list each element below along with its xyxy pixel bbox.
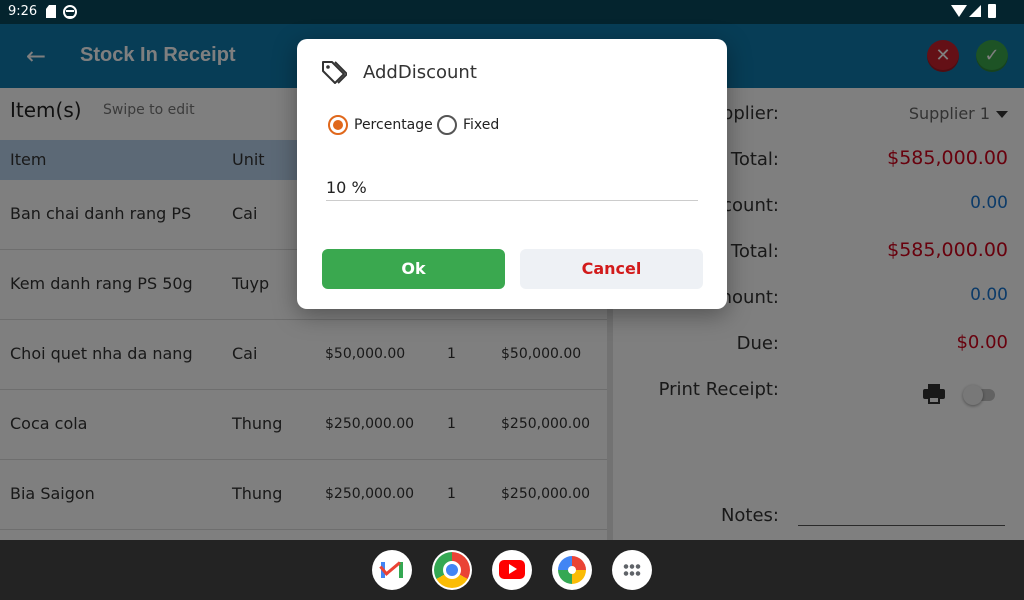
status-bar: 9:26 (0, 0, 1024, 24)
discount-input[interactable] (326, 174, 698, 201)
chrome-icon[interactable] (432, 550, 472, 590)
battery-icon (988, 4, 996, 18)
system-nav-bar (0, 540, 1024, 600)
youtube-icon[interactable] (492, 550, 532, 590)
percentage-label[interactable]: Percentage (354, 117, 433, 133)
dialog-title: AddDiscount (363, 62, 477, 83)
gmail-icon[interactable] (372, 550, 412, 590)
photos-icon[interactable] (552, 550, 592, 590)
tag-icon (322, 61, 347, 84)
signal-icon (969, 5, 981, 17)
status-time: 9:26 (8, 4, 38, 19)
percentage-radio[interactable] (328, 115, 348, 135)
cancel-button[interactable]: Cancel (520, 249, 703, 289)
ok-button[interactable]: Ok (322, 249, 505, 289)
fixed-label[interactable]: Fixed (463, 117, 499, 133)
wifi-icon (951, 5, 967, 17)
fixed-radio[interactable] (437, 115, 457, 135)
add-discount-dialog: AddDiscount Percentage Fixed Ok Cancel (297, 39, 727, 309)
app-drawer-icon[interactable] (612, 550, 652, 590)
sd-card-icon (46, 5, 56, 18)
vpn-icon (63, 5, 77, 19)
